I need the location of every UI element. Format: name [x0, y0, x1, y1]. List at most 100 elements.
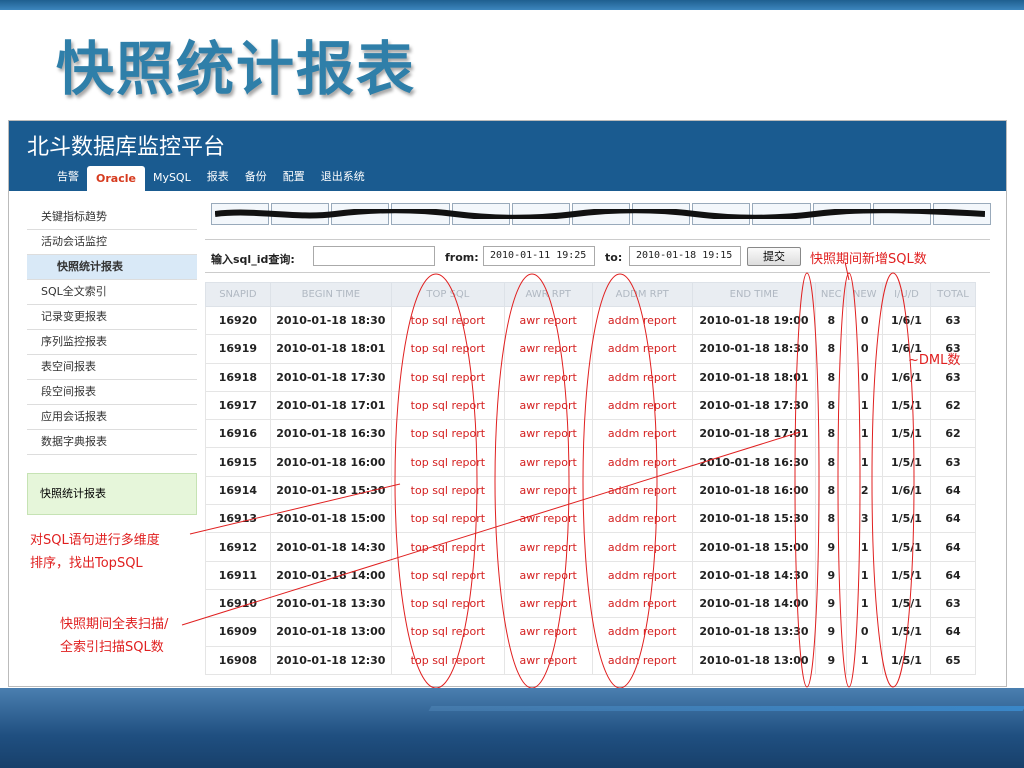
- cell-awr-report-link[interactable]: awr report: [503, 305, 593, 336]
- sidebar-item-app-session-report[interactable]: 应用会话报表: [27, 405, 197, 430]
- cell-top-sql-link[interactable]: top sql report: [390, 475, 505, 506]
- nav-config[interactable]: 配置: [275, 168, 313, 191]
- slide-footer: [0, 688, 1024, 768]
- submit-button[interactable]: 提交: [747, 247, 801, 266]
- to-label: to:: [605, 251, 623, 264]
- cell-addm-report-link[interactable]: addm report: [591, 334, 693, 364]
- cell-nec: 8: [815, 390, 848, 421]
- cell-addm-report-link[interactable]: addm report: [591, 305, 693, 336]
- report-tab[interactable]: [331, 203, 390, 225]
- cell-end-time: 2010-01-18 17:30: [691, 390, 817, 421]
- cell-addm-report-link[interactable]: addm report: [591, 390, 693, 421]
- cell-addm-report-link[interactable]: addm report: [591, 588, 693, 619]
- cell-top-sql-link[interactable]: top sql report: [390, 617, 505, 647]
- cell-awr-report-link[interactable]: awr report: [503, 419, 593, 449]
- cell-total: 64: [930, 532, 976, 562]
- sidebar-item-segment-report[interactable]: 段空间报表: [27, 380, 197, 405]
- cell-addm-report-link[interactable]: addm report: [591, 645, 693, 675]
- cell-top-sql-link[interactable]: top sql report: [390, 532, 505, 562]
- col-total[interactable]: TOTAL: [930, 282, 976, 307]
- cell-new: 1: [846, 588, 883, 619]
- sidebar-item-key-metrics[interactable]: 关键指标趋势: [27, 205, 197, 230]
- cell-awr-report-link[interactable]: awr report: [503, 362, 593, 392]
- col-awr-rpt[interactable]: AWR RPT: [503, 282, 593, 307]
- col-addm-rpt[interactable]: ADDM RPT: [591, 282, 693, 307]
- cell-addm-report-link[interactable]: addm report: [591, 532, 693, 562]
- report-tab[interactable]: [632, 203, 691, 225]
- nav-logout[interactable]: 退出系统: [313, 168, 373, 191]
- cell-top-sql-link[interactable]: top sql report: [390, 504, 505, 534]
- cell-addm-report-link[interactable]: addm report: [591, 560, 693, 590]
- cell-top-sql-link[interactable]: top sql report: [390, 334, 505, 364]
- cell-top-sql-link[interactable]: top sql report: [390, 390, 505, 421]
- report-tab[interactable]: [932, 203, 992, 225]
- cell-top-sql-link[interactable]: top sql report: [390, 560, 505, 590]
- report-tab[interactable]: [211, 203, 270, 225]
- cell-top-sql-link[interactable]: top sql report: [390, 305, 505, 336]
- sidebar-item-sequence-report[interactable]: 序列监控报表: [27, 330, 197, 355]
- from-date-input[interactable]: 2010-01-11 19:25: [483, 246, 595, 266]
- col-new[interactable]: NEW: [846, 282, 883, 307]
- to-date-input[interactable]: 2010-01-18 19:15: [629, 246, 741, 266]
- cell-awr-report-link[interactable]: awr report: [503, 504, 593, 534]
- sidebar-item-snapshot-report[interactable]: 快照统计报表: [27, 255, 197, 280]
- sidebar-item-change-report[interactable]: 记录变更报表: [27, 305, 197, 330]
- cell-iud: 1/5/1: [881, 390, 932, 421]
- cell-top-sql-link[interactable]: top sql report: [390, 362, 505, 392]
- cell-addm-report-link[interactable]: addm report: [591, 447, 693, 477]
- cell-top-sql-link[interactable]: top sql report: [390, 588, 505, 619]
- report-tab[interactable]: [752, 203, 811, 225]
- col-begin-time[interactable]: BEGIN TIME: [269, 282, 392, 307]
- sidebar-item-sql-index[interactable]: SQL全文索引: [27, 280, 197, 305]
- report-tab[interactable]: [692, 203, 751, 225]
- annotation-topsql: 对SQL语句进行多维度 排序，找出TopSQL: [30, 530, 160, 576]
- nav-backup[interactable]: 备份: [237, 168, 275, 191]
- report-tab[interactable]: [812, 203, 871, 225]
- col-top-sql[interactable]: TOP SQL: [390, 282, 505, 307]
- col-end-time[interactable]: END TIME: [691, 282, 817, 307]
- col-snapid[interactable]: SNAPID: [205, 282, 271, 307]
- sidebar-item-tablespace-report[interactable]: 表空间报表: [27, 355, 197, 380]
- top-nav: 告警 Oracle MySQL 报表 备份 配置 退出系统: [49, 165, 373, 191]
- cell-new: 3: [846, 504, 883, 534]
- report-tab[interactable]: [511, 203, 570, 225]
- col-iud[interactable]: I/U/D: [881, 282, 932, 307]
- col-nec[interactable]: NEC: [815, 282, 848, 307]
- report-tab[interactable]: [571, 203, 631, 225]
- cell-awr-report-link[interactable]: awr report: [503, 588, 593, 619]
- cell-addm-report-link[interactable]: addm report: [591, 504, 693, 534]
- nav-mysql[interactable]: MySQL: [145, 171, 199, 191]
- sql-id-input[interactable]: [313, 246, 435, 266]
- cell-addm-report-link[interactable]: addm report: [591, 475, 693, 506]
- cell-awr-report-link[interactable]: awr report: [503, 645, 593, 675]
- cell-top-sql-link[interactable]: top sql report: [390, 645, 505, 675]
- nav-oracle[interactable]: Oracle: [87, 166, 145, 191]
- report-tab[interactable]: [451, 203, 510, 225]
- report-tab[interactable]: [391, 203, 450, 225]
- cell-awr-report-link[interactable]: awr report: [503, 617, 593, 647]
- nav-alert[interactable]: 告警: [49, 168, 87, 191]
- cell-awr-report-link[interactable]: awr report: [503, 475, 593, 506]
- cell-awr-report-link[interactable]: awr report: [503, 532, 593, 562]
- cell-addm-report-link[interactable]: addm report: [591, 362, 693, 392]
- sidebar-item-dictionary-report[interactable]: 数据字典报表: [27, 430, 197, 455]
- cell-total: 62: [930, 419, 976, 449]
- sidebar-item-active-sessions[interactable]: 活动会话监控: [27, 230, 197, 255]
- cell-awr-report-link[interactable]: awr report: [503, 447, 593, 477]
- report-tab[interactable]: [872, 203, 931, 225]
- cell-awr-report-link[interactable]: awr report: [503, 390, 593, 421]
- cell-begin-time: 2010-01-18 14:30: [269, 532, 392, 562]
- cell-begin-time: 2010-01-18 17:30: [269, 362, 392, 392]
- cell-top-sql-link[interactable]: top sql report: [390, 447, 505, 477]
- cell-addm-report-link[interactable]: addm report: [591, 419, 693, 449]
- cell-snapid: 16909: [205, 617, 271, 647]
- cell-top-sql-link[interactable]: top sql report: [390, 419, 505, 449]
- cell-end-time: 2010-01-18 14:30: [691, 560, 817, 590]
- app-header: 北斗数据库监控平台 告警 Oracle MySQL 报表 备份 配置 退出系统: [9, 121, 1006, 191]
- report-tab[interactable]: [271, 203, 330, 225]
- cell-addm-report-link[interactable]: addm report: [591, 617, 693, 647]
- cell-awr-report-link[interactable]: awr report: [503, 560, 593, 590]
- nav-reports[interactable]: 报表: [199, 168, 237, 191]
- cell-awr-report-link[interactable]: awr report: [503, 334, 593, 364]
- cell-end-time: 2010-01-18 18:01: [691, 362, 817, 392]
